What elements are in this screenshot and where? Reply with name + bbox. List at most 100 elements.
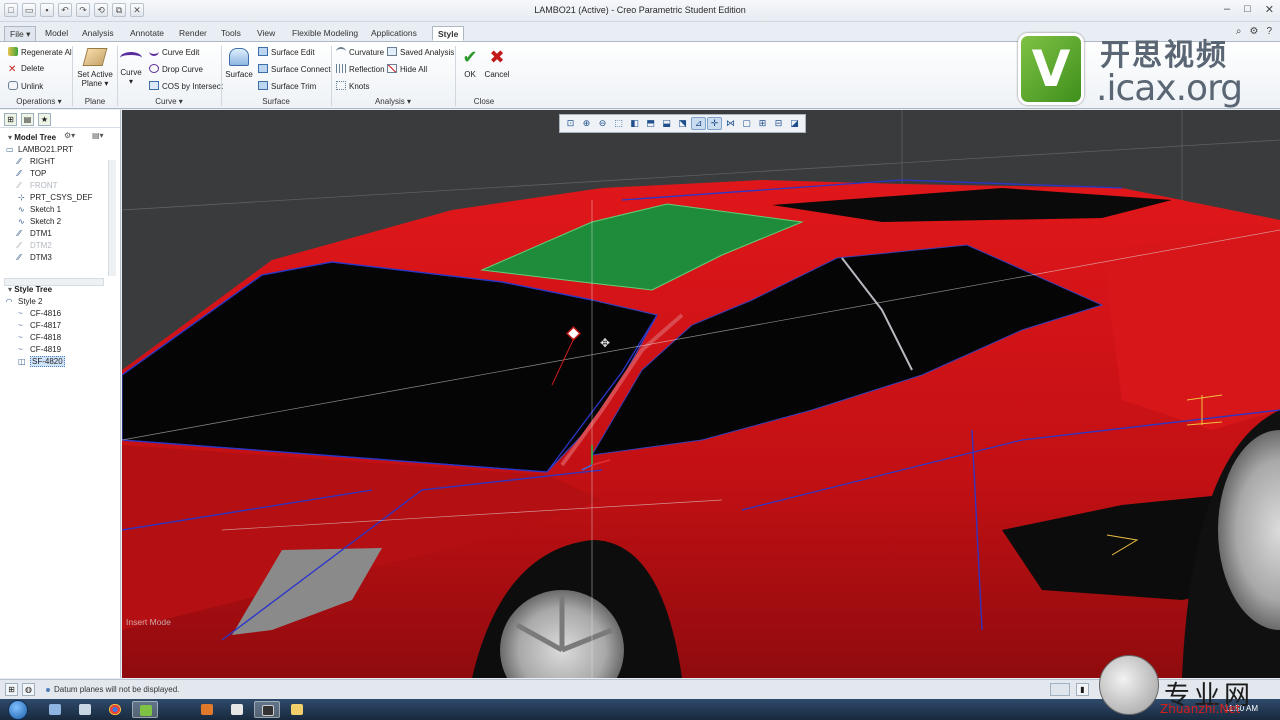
group-operations[interactable]: Operations ▾ xyxy=(10,97,68,106)
tree-item-style-2[interactable]: ◠ Style 2 xyxy=(6,296,120,308)
search-icon[interactable]: ⌕ xyxy=(1236,26,1242,37)
taskbar-folder[interactable] xyxy=(284,701,310,718)
help-icon[interactable]: ? xyxy=(1266,26,1272,37)
surface-trim-button[interactable]: Surface Trim xyxy=(258,81,316,91)
taskbar-app-n[interactable] xyxy=(254,701,280,718)
saved-orientations-icon[interactable]: ⬒ xyxy=(643,117,658,130)
spin-center-icon[interactable]: ✛ xyxy=(707,117,722,130)
model-tree-toggle-icon[interactable]: ⊞ xyxy=(5,683,18,696)
delete-button[interactable]: ✕ Delete xyxy=(8,64,44,75)
ok-button[interactable]: ✔ OK xyxy=(458,48,482,79)
start-button[interactable] xyxy=(8,700,28,720)
regenerate-all-button[interactable]: Regenerate All xyxy=(8,47,73,57)
tab-annotate[interactable]: Annotate xyxy=(125,26,169,41)
surface-connect-button[interactable]: Surface Connect xyxy=(258,64,331,74)
window-close-icon[interactable]: ✕ xyxy=(1265,3,1274,16)
browser-toggle-icon[interactable]: ◍ xyxy=(22,683,35,696)
tree-item-right[interactable]: ⁄⁄ RIGHT xyxy=(6,156,120,168)
watermark-zh-site-latin: Zhuanzhi.Net xyxy=(1160,702,1241,716)
zoom-out-icon[interactable]: ⊖ xyxy=(595,117,610,130)
display-style-icon[interactable]: ◧ xyxy=(627,117,642,130)
taskbar-chrome[interactable] xyxy=(102,701,128,718)
saved-analysis-button[interactable]: Saved Analysis xyxy=(387,47,454,57)
perspective-icon[interactable]: ⬔ xyxy=(675,117,690,130)
knots-button[interactable]: Knots xyxy=(336,81,369,91)
group-curve[interactable]: Curve ▾ xyxy=(120,97,218,106)
tab-model[interactable]: Model xyxy=(40,26,73,41)
graphics-viewport[interactable]: ✥ ⊡ ⊕ ⊖ ⬚ ◧ ⬒ ⬓ ⬔ ⊿ ✛ ⋈ ▢ ⊞ ⊟ ◪ Insert M… xyxy=(122,110,1280,678)
model-tree-tab-icon[interactable]: ⊞ xyxy=(4,113,17,126)
group-analysis[interactable]: Analysis ▾ xyxy=(334,97,452,106)
datum-display-icon[interactable]: ⊿ xyxy=(691,117,706,130)
tree-item-cf-4816[interactable]: ~ CF-4816 xyxy=(6,308,120,320)
tree-item-cf-4817[interactable]: ~ CF-4817 xyxy=(6,320,120,332)
hide-all-button[interactable]: Hide All xyxy=(387,64,427,74)
tree-item-cf-4819[interactable]: ~ CF-4819 xyxy=(6,344,120,356)
os-taskbar: 11:50 AM xyxy=(0,699,1280,720)
tree-item-front[interactable]: ⁄⁄ FRONT xyxy=(6,180,120,192)
minimize-icon[interactable]: – xyxy=(1224,3,1230,16)
tree-vertical-scrollbar[interactable] xyxy=(108,160,116,276)
point-display-icon[interactable]: ▢ xyxy=(739,117,754,130)
tree-item-prt-csys-def[interactable]: ⊹ PRT_CSYS_DEF xyxy=(6,192,120,204)
graphics-toolbar: ⊡ ⊕ ⊖ ⬚ ◧ ⬒ ⬓ ⬔ ⊿ ✛ ⋈ ▢ ⊞ ⊟ ◪ xyxy=(559,114,806,133)
tab-analysis[interactable]: Analysis xyxy=(77,26,119,41)
settings-icon[interactable]: ⚙ xyxy=(1249,26,1258,37)
favorites-icon[interactable]: ★ xyxy=(38,113,51,126)
tree-item-sketch-2[interactable]: ∿ Sketch 2 xyxy=(6,216,120,228)
taskbar-files[interactable] xyxy=(72,701,98,718)
tree-item-sf-4820[interactable]: ◫ SF-4820 xyxy=(6,356,120,368)
cancel-button[interactable]: ✖ Cancel xyxy=(484,48,510,79)
curve-button[interactable]: Curve ▾ xyxy=(119,52,143,86)
tree-settings-icon[interactable]: ⚙▾ xyxy=(64,131,75,140)
tree-item-dtm3[interactable]: ⁄⁄ DTM3 xyxy=(6,252,120,264)
surface-edit-button[interactable]: Surface Edit xyxy=(258,47,315,57)
title-bar: □ ▭ ▪ ↶ ↷ ⟲ ⧉ ✕ LAMBO21 (Active) - Creo … xyxy=(0,0,1280,22)
folder-browser-icon[interactable]: ▤ xyxy=(21,113,34,126)
surface-button[interactable]: Surface xyxy=(224,48,254,79)
tree-columns-icon[interactable]: ▤▾ xyxy=(92,131,104,140)
cos-by-intersect-button[interactable]: COS by Intersect xyxy=(149,81,223,91)
tab-tools[interactable]: Tools xyxy=(216,26,246,41)
filter-icon[interactable]: ⊟ xyxy=(771,117,786,130)
refit-icon[interactable]: ⊡ xyxy=(563,117,578,130)
tree-item-dtm1[interactable]: ⁄⁄ DTM1 xyxy=(6,228,120,240)
taskbar-app-monitor[interactable] xyxy=(224,701,250,718)
curvature-button[interactable]: Curvature xyxy=(336,47,384,57)
collapse-icon[interactable]: ▾ xyxy=(8,133,12,142)
surface-icon: ◫ xyxy=(18,357,26,366)
curve-icon: ~ xyxy=(18,309,23,318)
reflection-button[interactable]: Reflection xyxy=(336,64,385,74)
collapse-icon[interactable]: ▾ xyxy=(8,285,12,294)
taskbar-explorer[interactable] xyxy=(42,701,68,718)
zoom-in-icon[interactable]: ⊕ xyxy=(579,117,594,130)
tree-item-lambo21-prt[interactable]: ▭ LAMBO21.PRT xyxy=(6,144,120,156)
tab-file[interactable]: File ▾ xyxy=(4,26,37,41)
tab-render[interactable]: Render xyxy=(174,26,212,41)
repaint-icon[interactable]: ⬚ xyxy=(611,117,626,130)
maximize-icon[interactable]: □ xyxy=(1244,3,1251,16)
curve-edit-button[interactable]: Curve Edit xyxy=(149,47,199,57)
drop-curve-button[interactable]: Drop Curve xyxy=(149,64,203,74)
unlink-button[interactable]: Unlink xyxy=(8,81,43,91)
tree-item-top[interactable]: ⁄⁄ TOP xyxy=(6,168,120,180)
set-active-plane-button[interactable]: Set Active Plane ▾ xyxy=(75,48,115,88)
tab-applications[interactable]: Applications xyxy=(366,26,422,41)
tree-item-cf-4818[interactable]: ~ CF-4818 xyxy=(6,332,120,344)
tab-style[interactable]: Style xyxy=(432,26,465,41)
lock-icon[interactable]: ▮ xyxy=(1076,683,1089,696)
csys-display-icon[interactable]: ⊞ xyxy=(755,117,770,130)
annotation-display-icon[interactable]: ⋈ xyxy=(723,117,738,130)
curve-icon: ~ xyxy=(18,333,23,342)
datum-plane-icon: ⁄⁄ xyxy=(18,229,21,238)
appearance-icon[interactable]: ◪ xyxy=(787,117,802,130)
surface-trim-icon xyxy=(258,81,268,90)
tab-flexible-modeling[interactable]: Flexible Modeling xyxy=(287,26,363,41)
selection-filter-slider[interactable] xyxy=(1050,683,1070,696)
tree-item-dtm2[interactable]: ⁄⁄ DTM2 xyxy=(6,240,120,252)
taskbar-app-orange[interactable] xyxy=(194,701,220,718)
view-manager-icon[interactable]: ⬓ xyxy=(659,117,674,130)
tab-view[interactable]: View xyxy=(252,26,280,41)
tree-item-sketch-1[interactable]: ∿ Sketch 1 xyxy=(6,204,120,216)
taskbar-creo[interactable] xyxy=(132,701,158,718)
